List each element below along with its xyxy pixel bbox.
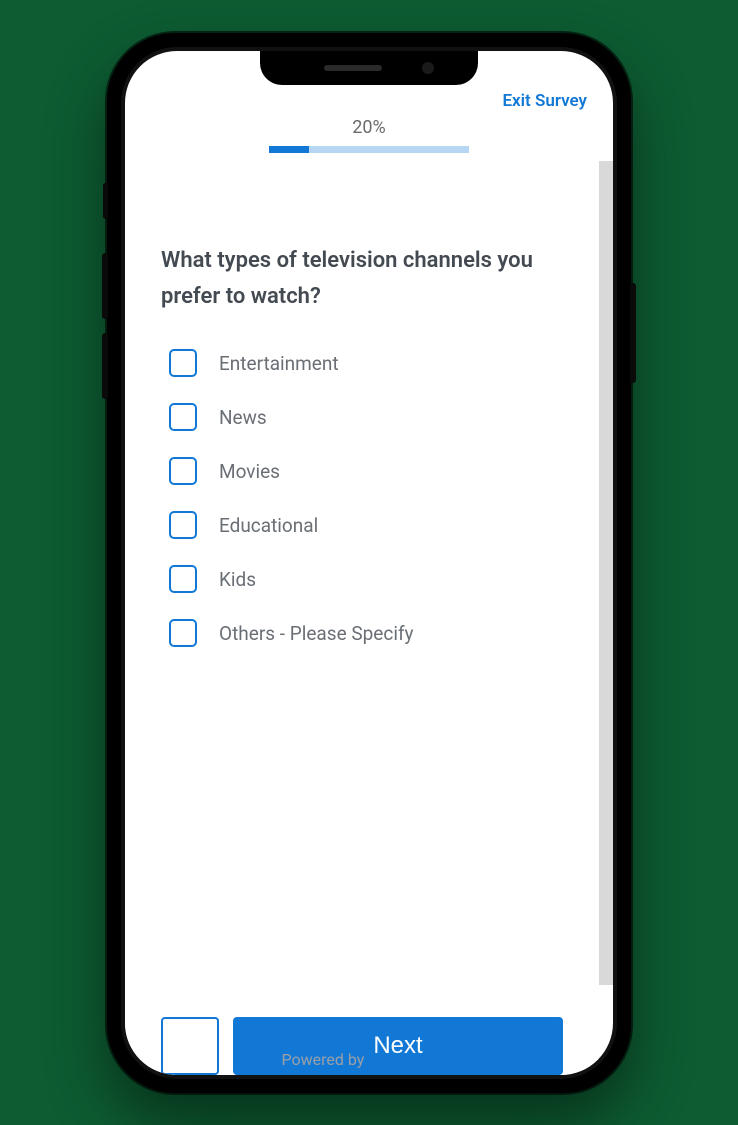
option-label: Educational — [219, 514, 318, 537]
option-label: Movies — [219, 460, 280, 483]
powered-prefix: Powered by — [282, 1050, 369, 1069]
exit-survey-link[interactable]: Exit Survey — [502, 91, 587, 111]
progress-label: 20% — [125, 117, 613, 138]
powered-brand-link[interactable]: QuestionPro — [368, 1050, 456, 1069]
phone-notch — [260, 51, 478, 85]
question-text: What types of television channels you pr… — [161, 243, 563, 316]
phone-bezel: Exit Survey 20% What types of television… — [121, 47, 617, 1079]
front-camera-icon — [422, 62, 434, 74]
options-list: Entertainment News Movies Education — [161, 349, 563, 647]
option-row[interactable]: Educational — [161, 511, 563, 539]
checkbox[interactable] — [169, 511, 197, 539]
option-row[interactable]: Kids — [161, 565, 563, 593]
checkbox[interactable] — [169, 565, 197, 593]
checkbox[interactable] — [169, 403, 197, 431]
power-button — [630, 283, 636, 383]
progress-bar-fill — [269, 146, 309, 153]
progress-bar-track — [269, 146, 469, 153]
mute-switch — [103, 183, 108, 219]
phone-screen: Exit Survey 20% What types of television… — [125, 51, 613, 1075]
checkbox[interactable] — [169, 457, 197, 485]
option-label: News — [219, 406, 267, 429]
volume-up-button — [102, 253, 108, 319]
option-row[interactable]: News — [161, 403, 563, 431]
phone-frame: Exit Survey 20% What types of television… — [107, 33, 631, 1093]
survey-content: Exit Survey 20% What types of television… — [125, 51, 613, 1075]
checkbox[interactable] — [169, 349, 197, 377]
option-row[interactable]: Others - Please Specify — [161, 619, 563, 647]
speaker-grill — [324, 65, 382, 71]
survey-body: What types of television channels you pr… — [125, 153, 599, 957]
option-row[interactable]: Movies — [161, 457, 563, 485]
option-label: Entertainment — [219, 352, 339, 375]
volume-down-button — [102, 333, 108, 399]
option-row[interactable]: Entertainment — [161, 349, 563, 377]
option-label: Others - Please Specify — [219, 622, 414, 645]
powered-by: Powered by QuestionPro — [125, 1050, 613, 1069]
option-label: Kids — [219, 568, 256, 591]
checkbox[interactable] — [169, 619, 197, 647]
